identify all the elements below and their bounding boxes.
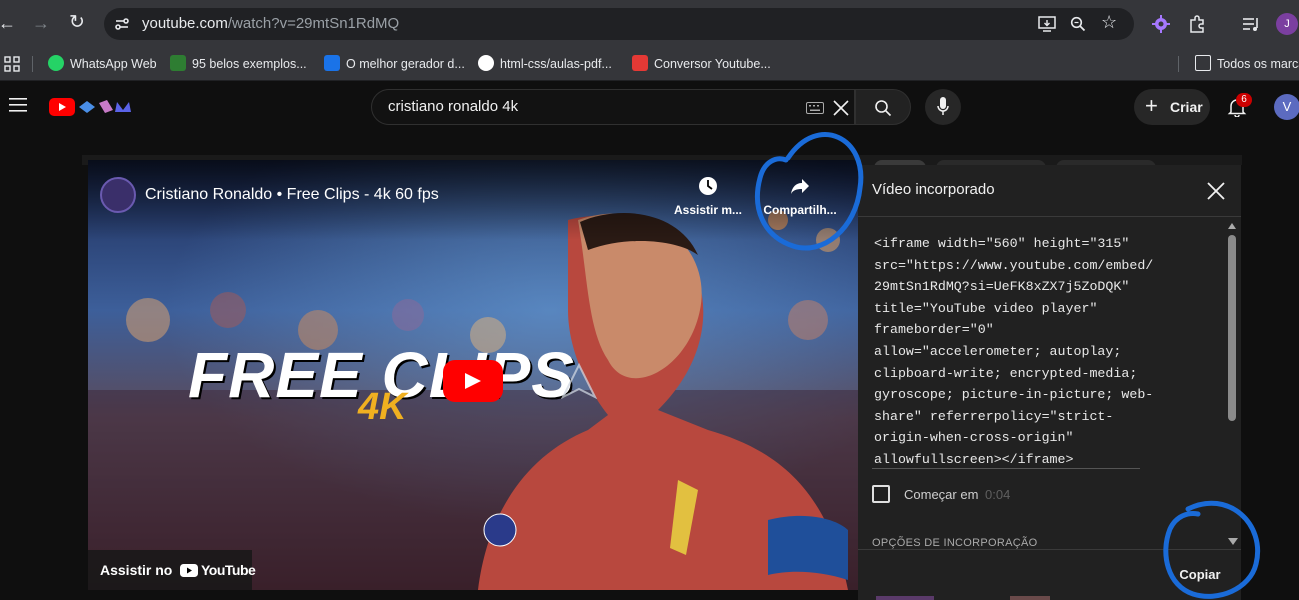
bookmark-conversor[interactable]: Conversor Youtube... (632, 47, 771, 81)
media-controls-icon[interactable] (1242, 15, 1260, 33)
youtube-wordmark: YouTube (201, 562, 256, 578)
code-underline (872, 468, 1140, 469)
video-player[interactable]: FREE CLIPS 4K Cristiano Ronaldo • Free C… (88, 160, 858, 590)
bookmarks-divider (1178, 56, 1179, 72)
embed-code-line: allow="accelerometer; autoplay; (874, 343, 1122, 359)
channel-avatar[interactable] (100, 177, 136, 213)
zoom-icon[interactable] (1070, 16, 1086, 32)
clear-search-icon[interactable] (832, 99, 850, 117)
play-icon (465, 373, 481, 389)
site-icon (324, 55, 340, 71)
embed-code-line: origin-when-cross-origin" (874, 430, 1074, 446)
bookmark-label: 95 belos exemplos... (192, 57, 307, 71)
embed-options-header[interactable]: OPÇÕES DE INCORPORAÇÃO (872, 537, 1038, 549)
related-thumbnail-edge (876, 596, 934, 600)
channel-watermark-icon (561, 363, 597, 399)
annotation-circle-share (754, 132, 864, 251)
embed-code-line: share" referrerpolicy="strict- (874, 408, 1114, 424)
bookmark-whatsapp[interactable]: WhatsApp Web (48, 47, 157, 81)
watch-later-button[interactable]: Assistir m... (672, 176, 744, 217)
youtube-play-icon (180, 564, 198, 577)
url-host: youtube.com (142, 15, 228, 32)
start-at-label: Começar em (904, 487, 979, 502)
reload-icon[interactable]: ↻ (66, 12, 88, 34)
extension-puzzle-purple-icon[interactable] (1152, 15, 1170, 33)
voice-search-button[interactable] (925, 89, 961, 125)
panel-divider (858, 216, 1241, 217)
all-bookmarks-folder[interactable]: Todos os marca (1195, 47, 1299, 81)
youtube-logo-icon[interactable] (49, 96, 141, 118)
forward-arrow-icon[interactable]: → (30, 12, 52, 34)
youtube-header: cristiano ronaldo 4k + Criar 6 V (0, 81, 1299, 133)
apps-grid-icon[interactable] (4, 56, 20, 72)
bookmark-label: html-css/aulas-pdf... (500, 57, 612, 71)
embed-code-textarea[interactable]: <iframe width="560" height="315" src="htt… (874, 233, 1154, 471)
url-path: /watch?v=29mtSn1RdMQ (227, 15, 400, 32)
embed-code-line: <iframe width="560" height="315" (874, 236, 1130, 251)
bookmarks-bar: WhatsApp Web 95 belos exemplos... O melh… (0, 47, 1299, 81)
bookmark-label: Todos os marca (1217, 57, 1299, 71)
account-avatar[interactable]: V (1274, 94, 1299, 120)
create-label: Criar (1170, 99, 1203, 115)
bookmark-label: Conversor Youtube... (654, 57, 771, 71)
create-button[interactable]: + Criar (1134, 89, 1210, 125)
watch-on-youtube-button[interactable]: Assistir no YouTube (88, 550, 256, 590)
folder-icon (1195, 55, 1211, 71)
hamburger-menu-icon[interactable] (9, 98, 27, 112)
embed-code-line: src="https://www.youtube.com/embed/ (874, 257, 1154, 273)
address-bar[interactable]: youtube.com/watch?v=29mtSn1RdMQ ☆ (104, 8, 1134, 40)
install-app-icon[interactable] (1038, 16, 1056, 32)
back-arrow-icon[interactable]: ← (0, 12, 18, 34)
clock-icon (699, 177, 717, 195)
bookmark-star-icon[interactable]: ☆ (1101, 12, 1117, 33)
bookmarks-divider (32, 56, 33, 72)
github-icon (478, 55, 494, 71)
close-icon[interactable] (1207, 182, 1225, 200)
thumbnail-subtitle-text: 4K (358, 386, 407, 428)
embed-code-line: title="YouTube video player" (874, 300, 1098, 316)
embed-code-line: 29mtSn1RdMQ?si=UeFK8xZX7j5ZoDQK" (874, 279, 1130, 295)
bookmark-label: O melhor gerador d... (346, 57, 465, 71)
site-icon (170, 55, 186, 71)
scrollbar-thumb[interactable] (1228, 235, 1236, 421)
search-query-text: cristiano ronaldo 4k (388, 98, 519, 115)
keyboard-icon[interactable] (806, 102, 824, 114)
embed-code-line: frameborder="0" (874, 322, 994, 338)
watch-later-label: Assistir m... (673, 203, 743, 217)
related-thumbnail-edge (1010, 596, 1050, 600)
start-at-checkbox[interactable] (872, 485, 890, 503)
embed-panel-title: Vídeo incorporado (872, 181, 995, 198)
extensions-icon[interactable] (1188, 15, 1206, 33)
url-text[interactable]: youtube.com/watch?v=29mtSn1RdMQ (142, 8, 399, 40)
whatsapp-icon (48, 55, 64, 71)
bookmark-github[interactable]: html-css/aulas-pdf... (478, 47, 612, 81)
video-title[interactable]: Cristiano Ronaldo • Free Clips - 4k 60 f… (145, 186, 439, 204)
embed-code-line: gyroscope; picture-in-picture; web- (874, 387, 1154, 403)
start-at-time-input[interactable]: 0:04 (985, 487, 1010, 502)
scroll-up-arrow[interactable] (1228, 223, 1236, 229)
search-icon (875, 100, 892, 117)
plus-icon: + (1145, 93, 1158, 118)
bookmark-label: WhatsApp Web (70, 57, 157, 71)
browser-toolbar: ← → ↻ youtube.com/watch?v=29mtSn1RdMQ ☆ … (0, 0, 1299, 47)
annotation-circle-copy (1163, 500, 1261, 599)
bookmark-95-belos[interactable]: 95 belos exemplos... (170, 47, 307, 81)
embed-code-line: clipboard-write; encrypted-media; (874, 365, 1138, 381)
play-button[interactable] (443, 360, 503, 402)
microphone-icon (937, 97, 949, 115)
profile-avatar[interactable]: J (1276, 13, 1298, 35)
notification-count-badge: 6 (1236, 93, 1252, 107)
bookmark-gerador[interactable]: O melhor gerador d... (324, 47, 465, 81)
watch-on-label: Assistir no (100, 562, 173, 578)
site-icon (632, 55, 648, 71)
site-info-icon[interactable] (114, 16, 130, 32)
